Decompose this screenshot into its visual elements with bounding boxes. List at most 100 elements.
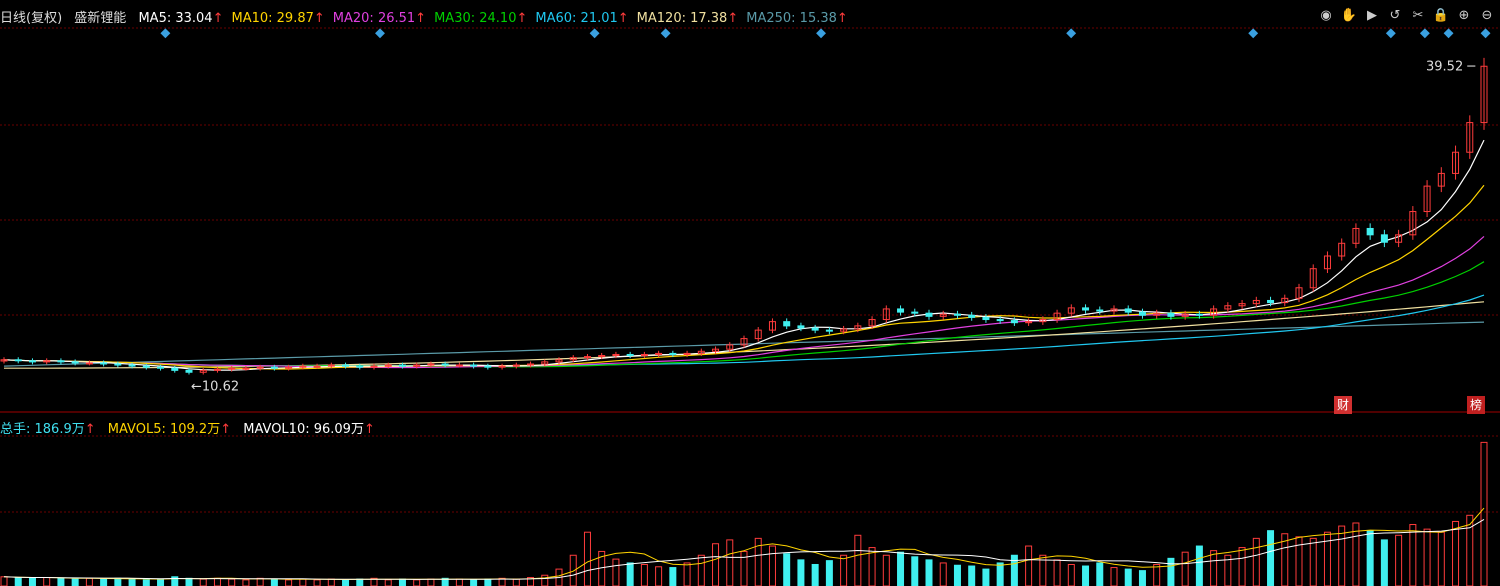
candle-body [470,364,478,367]
volume-bar [583,531,591,586]
candle-body [28,360,36,363]
volume-bar [1338,525,1346,586]
total-volume-label: 总手: [0,422,35,437]
volume-bar [313,579,321,586]
volume-bar [0,576,8,586]
volume-bar [57,577,65,586]
volume-bar [1238,547,1246,586]
volume-bar [1167,557,1175,586]
volume-bar [697,554,705,586]
volume-bar [655,566,663,586]
volume-bar [1153,563,1161,586]
candle-body [14,359,22,362]
volume-bar [14,577,22,586]
volume-bar [413,579,421,586]
volume-bar [712,543,720,586]
candle-body [783,321,791,327]
candle-body [1124,308,1132,313]
volume-bar [1195,545,1203,586]
candle-body [911,311,919,314]
candle-body [270,366,278,369]
candle-body [1267,299,1275,304]
ranking-tag[interactable]: 榜 [1467,396,1485,414]
volume-bar [1423,528,1431,586]
volume-bar [840,554,848,586]
volume-bar [299,578,307,586]
candle-body [669,352,677,355]
volume-bar [669,567,677,586]
volume-bar [797,559,805,586]
volume-bar [1437,531,1445,586]
up-arrow-icon: ↑ [220,422,232,437]
event-marker-icon [1480,28,1491,39]
kline-chart[interactable]: 39.52 ─ ←10.62 [0,0,1500,586]
candle-body [157,366,165,369]
candle-body [953,313,961,316]
candle-body [185,369,193,373]
volume-bar [1352,522,1360,586]
mavol10-value: 96.09万 [313,422,364,437]
volume-bar [1267,530,1275,586]
volume-bar [1409,524,1417,586]
candle-body [85,362,93,365]
candle-body [1010,320,1018,324]
volume-bar [683,562,691,586]
candle-body [342,364,350,367]
volume-bar [1010,554,1018,586]
candle-body [100,362,108,365]
volume-bar [1067,563,1075,586]
volume-bar [1295,536,1303,586]
candle-body [484,365,492,368]
candle-body [626,353,634,357]
candle-body [1138,311,1146,316]
event-marker-icon [589,28,600,39]
event-marker-icon [1443,28,1454,39]
high-price-label: 39.52 ─ [1426,59,1475,74]
volume-bar [342,579,350,586]
volume-bar [1380,539,1388,586]
volume-bar [1096,562,1104,586]
candle-body [171,367,179,371]
volume-bar [142,579,150,586]
volume-bar [199,578,207,586]
volume-bar [939,562,947,586]
low-price-label: ←10.62 [191,379,239,394]
volume-bar [157,578,165,586]
volume-bar [1124,568,1132,586]
volume-bar [85,577,93,586]
candle-body [1167,312,1175,317]
volume-bar [925,559,933,586]
volume-bar [100,578,108,586]
up-arrow-icon: ↑ [84,422,96,437]
candle-body [982,316,990,321]
candle-body [441,363,449,366]
volume-bar [128,578,136,586]
volume-bar [242,579,250,586]
event-marker-icon [816,28,826,39]
volume-bar [1252,537,1260,586]
volume-bar [1138,570,1146,586]
volume-bar [228,578,236,586]
candle-body [811,327,819,331]
volume-bar [1210,550,1218,586]
volume-bar [854,534,862,586]
candle-body [897,308,905,313]
candle-body [398,364,406,367]
candle-body [825,329,833,332]
candle-body [71,361,79,364]
event-marker-icon [1248,28,1259,39]
volume-bar [114,577,122,586]
mavol5-line [3,507,1485,581]
volume-bar [541,574,549,586]
volume-bar [996,562,1004,586]
candle-body [968,314,976,318]
volume-bar [512,578,520,586]
candle-body [1380,234,1388,243]
candle-body [1082,307,1090,311]
finance-tag[interactable]: 财 [1334,396,1352,414]
volume-bar [897,551,905,586]
event-marker-icon [375,28,385,39]
event-marker-icon [1419,28,1430,39]
candle-body [114,363,122,366]
ma5-line [3,139,1485,371]
